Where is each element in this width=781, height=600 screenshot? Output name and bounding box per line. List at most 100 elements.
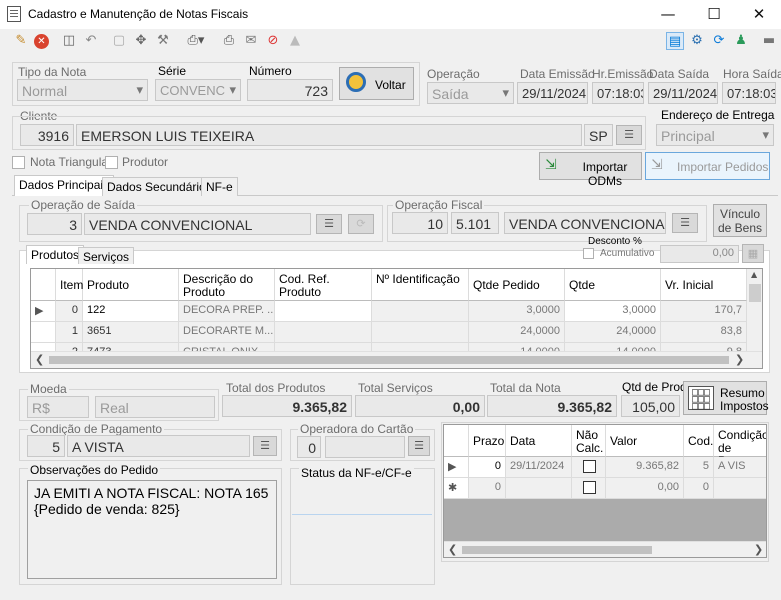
col-cod-ref[interactable]: Cod. Ref. Produto bbox=[275, 269, 372, 301]
subtab-produtos[interactable]: Produtos bbox=[26, 245, 85, 264]
resumo-impostos-button[interactable]: □□□ □□□ □□□ Resumo Impostos bbox=[683, 381, 769, 415]
table-cell[interactable]: 170,7 bbox=[661, 301, 747, 322]
tab-dados-secundarios[interactable]: Dados Secundários bbox=[102, 177, 217, 196]
undo-icon[interactable]: ↶ bbox=[82, 32, 100, 50]
col-qtde[interactable]: Qtde bbox=[565, 269, 661, 301]
col-cod[interactable]: Cod. bbox=[684, 425, 714, 457]
parcelas-horizontal-scrollbar[interactable]: ❮ ❯ bbox=[444, 541, 766, 557]
numero-field[interactable]: 723 bbox=[247, 79, 333, 101]
col-nao-calc[interactable]: Não Calc. bbox=[572, 425, 606, 457]
tab-nfe[interactable]: NF-e bbox=[201, 177, 238, 196]
printer-icon[interactable]: ⎙ bbox=[220, 32, 238, 50]
scroll-thumb[interactable] bbox=[749, 284, 761, 302]
serie-select[interactable]: CONVENC bbox=[155, 79, 241, 101]
nao-calc-checkbox[interactable] bbox=[583, 460, 596, 473]
table-cell[interactable] bbox=[372, 322, 469, 343]
endereco-select[interactable]: Principal bbox=[656, 124, 774, 146]
col-prazo[interactable]: Prazo bbox=[469, 425, 506, 457]
cancel-icon[interactable]: ✕ bbox=[34, 34, 49, 49]
scroll-right-icon[interactable]: ❯ bbox=[754, 543, 763, 556]
operacao-select[interactable]: Saída bbox=[427, 82, 514, 104]
table-cell[interactable] bbox=[372, 301, 469, 322]
table-cell[interactable]: 0,00 bbox=[606, 478, 684, 499]
subtab-servicos[interactable]: Serviços bbox=[78, 247, 135, 264]
move-icon[interactable]: ✥ bbox=[132, 32, 150, 50]
pagamento-code[interactable]: 5 bbox=[27, 435, 65, 457]
table-cell[interactable] bbox=[572, 478, 606, 499]
print-dropdown-icon[interactable]: ⎙▾ bbox=[182, 32, 210, 50]
refresh-icon[interactable]: ⟳ bbox=[710, 32, 728, 50]
produtor-checkbox[interactable] bbox=[105, 156, 118, 169]
tab-dados-principais[interactable]: Dados Principais bbox=[14, 175, 115, 196]
settings-icon[interactable]: ⚙ bbox=[688, 32, 706, 50]
save-icon[interactable]: ◫ bbox=[60, 32, 78, 50]
table-cell[interactable]: 9.365,82 bbox=[606, 457, 684, 478]
table-cell[interactable]: 3651 bbox=[83, 322, 179, 343]
scroll-h-thumb[interactable] bbox=[462, 546, 652, 554]
col-produto[interactable]: Produto bbox=[83, 269, 179, 301]
table-cell[interactable]: 24,0000 bbox=[565, 322, 661, 343]
voltar-button[interactable]: Voltar bbox=[339, 67, 414, 100]
hora-saida-field[interactable]: 07:18:03 bbox=[722, 82, 776, 104]
hr-emissao-field[interactable]: 07:18:03 bbox=[592, 82, 644, 104]
desconto-calc-icon[interactable]: ▦ bbox=[742, 244, 764, 263]
table-cell[interactable] bbox=[572, 457, 606, 478]
table-cell[interactable]: 24,0000 bbox=[469, 322, 565, 343]
col-vr-inicial[interactable]: Vr. Inicial bbox=[661, 269, 747, 301]
export-icon[interactable]: ▲ bbox=[286, 32, 304, 50]
table-cell[interactable]: 83,8 bbox=[661, 322, 747, 343]
vertical-scrollbar[interactable]: ▲ bbox=[747, 269, 762, 351]
cartao-code[interactable]: 0 bbox=[297, 436, 321, 458]
table-cell[interactable]: 0 bbox=[56, 301, 83, 322]
table-cell[interactable] bbox=[714, 478, 766, 499]
operacao-fiscal-lookup-icon[interactable]: ☰ bbox=[672, 213, 698, 233]
table-cell[interactable]: 0 bbox=[469, 457, 506, 478]
close-button[interactable]: ✕ bbox=[736, 0, 781, 29]
cliente-name-field[interactable]: EMERSON LUIS TEIXEIRA bbox=[76, 124, 582, 146]
importar-pedidos-button[interactable]: ⇲ Importar Pedidos bbox=[645, 152, 770, 180]
operacao-saida-refresh-icon[interactable]: ⟳ bbox=[348, 214, 374, 234]
maximize-button[interactable]: ☐ bbox=[691, 0, 737, 29]
scroll-left-icon[interactable]: ❮ bbox=[448, 543, 457, 556]
col-qtde-pedido[interactable]: Qtde Pedido bbox=[469, 269, 565, 301]
table-cell[interactable]: DECORARTE M... bbox=[179, 322, 275, 343]
scroll-h-thumb[interactable] bbox=[49, 356, 729, 364]
cliente-lookup-icon[interactable]: ☰ bbox=[616, 125, 642, 145]
col-valor[interactable]: Valor bbox=[606, 425, 684, 457]
table-cell[interactable]: 3,0000 bbox=[565, 301, 661, 322]
view-icon[interactable]: ▤ bbox=[666, 32, 684, 50]
operacao-saida-code[interactable]: 3 bbox=[27, 213, 82, 235]
table-cell[interactable] bbox=[275, 301, 372, 322]
operacao-fiscal-code[interactable]: 10 bbox=[392, 212, 448, 234]
col-descricao[interactable]: Descrição do Produto bbox=[179, 269, 275, 301]
tipo-nota-select[interactable]: Normal bbox=[17, 79, 148, 101]
find-icon[interactable]: ▢ bbox=[110, 32, 128, 50]
table-cell[interactable]: 122 bbox=[83, 301, 179, 322]
table-cell[interactable]: 29/11/2024 bbox=[506, 457, 572, 478]
tools-icon[interactable]: ⚒ bbox=[154, 32, 172, 50]
scroll-up-icon[interactable]: ▲ bbox=[751, 270, 757, 279]
nota-triangular-checkbox[interactable] bbox=[12, 156, 25, 169]
scroll-right-icon[interactable]: ❯ bbox=[735, 353, 744, 366]
cartao-lookup-icon[interactable]: ☰ bbox=[408, 436, 430, 456]
vinculo-bens-button[interactable]: Vínculo de Bens bbox=[713, 204, 767, 237]
cliente-code-field[interactable]: 3916 bbox=[20, 124, 74, 146]
table-cell[interactable]: 5 bbox=[684, 457, 714, 478]
table-cell[interactable]: 3,0000 bbox=[469, 301, 565, 322]
operacao-saida-lookup-icon[interactable]: ☰ bbox=[316, 214, 342, 234]
col-data[interactable]: Data bbox=[506, 425, 572, 457]
col-condicao[interactable]: Condição de Pagto bbox=[714, 425, 766, 468]
minimize-panel-icon[interactable]: ▬ bbox=[760, 32, 778, 50]
col-identificacao[interactable]: Nº Identificação bbox=[372, 269, 469, 301]
user-icon[interactable]: ♟ bbox=[732, 32, 750, 50]
nao-calc-checkbox[interactable] bbox=[583, 481, 596, 494]
scroll-left-icon[interactable]: ❮ bbox=[35, 353, 44, 366]
table-cell[interactable] bbox=[506, 478, 572, 499]
email-icon[interactable]: ✉ bbox=[242, 32, 260, 50]
col-item[interactable]: Item bbox=[56, 269, 83, 301]
importar-odms-button[interactable]: ⇲ Importar ODMs bbox=[539, 152, 642, 188]
table-cell[interactable]: 0 bbox=[684, 478, 714, 499]
table-cell[interactable]: DECORA PREP. ... bbox=[179, 301, 275, 322]
block-icon[interactable]: ⊘ bbox=[264, 32, 282, 50]
edit-icon[interactable]: ✎ bbox=[12, 32, 30, 50]
